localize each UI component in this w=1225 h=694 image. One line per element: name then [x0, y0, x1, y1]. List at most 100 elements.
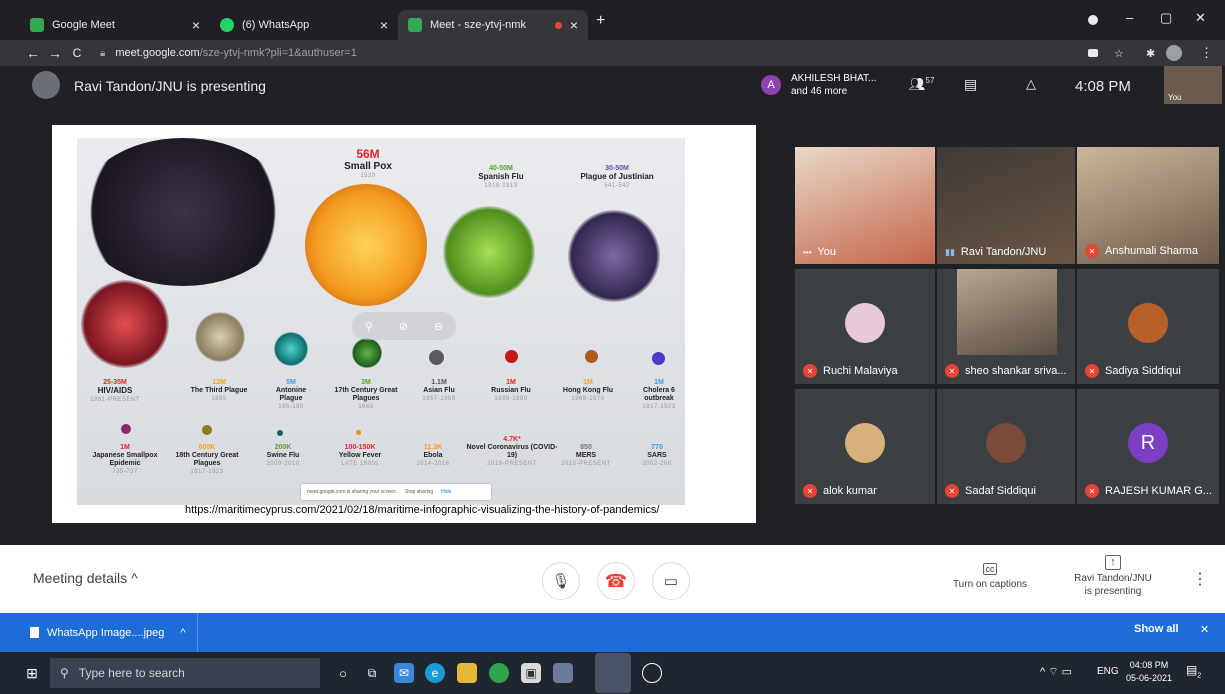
- whatsapp-taskbar-icon[interactable]: [642, 663, 662, 683]
- tab-close-icon[interactable]: ×: [192, 17, 200, 33]
- participant-tile[interactable]: ✕ alok kumar: [795, 389, 935, 504]
- participant-name: ✕ sheo shankar sriva...: [945, 364, 1067, 378]
- paint-icon[interactable]: [553, 663, 573, 683]
- task-view-icon[interactable]: ⧉: [362, 663, 382, 683]
- more-options-icon: •••: [803, 247, 812, 257]
- people-icon[interactable]: 👥︎57: [909, 76, 934, 92]
- red-virus-image: [81, 280, 169, 368]
- remove-icon[interactable]: ⊖: [434, 320, 443, 333]
- tab-google-meet[interactable]: Google Meet ×: [20, 10, 210, 40]
- edge-icon[interactable]: e: [425, 663, 445, 683]
- leave-call-button[interactable]: ☎︎: [597, 562, 635, 600]
- profile-indicator-icon[interactable]: [1088, 15, 1098, 25]
- swine-flu-virus-image: [277, 430, 283, 436]
- mic-muted-icon: ✕: [1085, 484, 1099, 498]
- back-button[interactable]: ←: [22, 45, 44, 61]
- address-bar: ← → C 🔒︎ meet.google.com/sze-ytvj-nmk?pl…: [0, 40, 1225, 66]
- minimize-button[interactable]: –: [1126, 10, 1133, 25]
- url-field[interactable]: meet.google.com/sze-ytvj-nmk?pli=1&authu…: [115, 47, 357, 59]
- bookmark-star-icon[interactable]: ☆: [1114, 47, 1124, 60]
- taskbar-clock[interactable]: 04:08 PM 05-06-2021: [1126, 659, 1172, 685]
- chat-icon[interactable]: ▤: [964, 76, 977, 93]
- recording-dot-icon: [554, 21, 562, 29]
- microphone-button[interactable]: 🎙︎: [542, 562, 580, 600]
- present-icon: ↑: [1105, 555, 1121, 570]
- tab-title: (6) WhatsApp: [242, 19, 310, 31]
- participant-name: ▮▮ Ravi Tandon/JNU: [945, 246, 1047, 258]
- mic-muted-icon: ✕: [803, 364, 817, 378]
- asian-flu-virus-image: [429, 350, 444, 365]
- activities-icon[interactable]: △: [1026, 76, 1036, 92]
- show-all-button[interactable]: Show all: [1134, 623, 1179, 635]
- present-now-button[interactable]: ↑ Ravi Tandon/JNU is presenting: [1068, 555, 1158, 598]
- mic-muted-icon: ✕: [1085, 364, 1099, 378]
- store-icon[interactable]: ▣: [521, 663, 541, 683]
- extensions-icon[interactable]: ✱: [1146, 47, 1155, 60]
- close-downloads-button[interactable]: ✕: [1200, 623, 1209, 636]
- hide-button[interactable]: Hide: [441, 489, 451, 495]
- chrome-active-icon[interactable]: [595, 653, 631, 693]
- infographic-label-spanish-flu: 40-50M Spanish Flu 1918-1919: [478, 165, 524, 189]
- tab-title: Google Meet: [52, 19, 115, 31]
- lock-icon: 🔒︎: [100, 47, 106, 59]
- new-tab-button[interactable]: +: [596, 12, 605, 30]
- presentation-control-overlay[interactable]: ⚲ ⊘ ⊖: [352, 312, 456, 340]
- cortana-icon[interactable]: ○: [333, 663, 353, 683]
- stop-sharing-button[interactable]: Stop sharing: [405, 489, 433, 495]
- self-view-thumbnail[interactable]: You: [1164, 66, 1222, 104]
- camera-button[interactable]: ▭: [652, 562, 690, 600]
- meeting-details-button[interactable]: Meeting details ^: [33, 570, 138, 586]
- browser-tab-bar: Google Meet × (6) WhatsApp × Meet - sze-…: [0, 0, 1225, 40]
- close-window-button[interactable]: ✕: [1195, 10, 1206, 26]
- more-options-button[interactable]: ⋮: [1192, 569, 1208, 589]
- participant-tile[interactable]: ••• You: [795, 147, 935, 264]
- smallpox-virus-image: [305, 184, 427, 306]
- clock-time: 4:08 PM: [1075, 78, 1131, 95]
- infographic-source-url: https://maritimecyprus.com/2021/02/18/ma…: [185, 504, 660, 516]
- participant-name: ✕ alok kumar: [803, 484, 877, 498]
- notification-icon[interactable]: ▤2: [1186, 663, 1201, 679]
- participant-name: ✕ Anshumali Sharma: [1085, 244, 1198, 258]
- participant-tile[interactable]: ✕ Sadiya Siddiqui: [1077, 269, 1219, 384]
- chevron-up-icon: ^: [131, 570, 138, 586]
- presenting-title: Ravi Tandon/JNU is presenting: [74, 78, 266, 94]
- participant-tile[interactable]: ✕ Ruchi Malaviya: [795, 269, 935, 384]
- participants-summary[interactable]: AKHILESH BHAT... and 46 more: [791, 72, 876, 98]
- infographic-label-cholera: 1M Cholera 6 outbreak 1817-1923: [642, 379, 676, 410]
- system-tray-icons[interactable]: ^ ⌔ ▭: [1040, 665, 1072, 679]
- yellow-fever-virus-image: [356, 430, 361, 435]
- tab-close-icon[interactable]: ×: [570, 17, 578, 33]
- file-explorer-icon[interactable]: [457, 663, 477, 683]
- participant-tile[interactable]: R ✕ RAJESH KUMAR G...: [1077, 389, 1219, 504]
- russian-flu-virus-image: [505, 350, 518, 363]
- forward-button[interactable]: →: [44, 45, 66, 61]
- chrome-icon[interactable]: [489, 663, 509, 683]
- pin-icon[interactable]: ⚲: [365, 320, 373, 333]
- tab-meet-active[interactable]: Meet - sze-ytvj-nmk ×: [398, 10, 588, 40]
- maximize-button[interactable]: ▢: [1160, 10, 1172, 26]
- participant-tile[interactable]: ✕ sheo shankar sriva...: [937, 269, 1075, 384]
- tab-close-icon[interactable]: ×: [380, 17, 388, 33]
- camera-indicator-icon[interactable]: [1088, 49, 1098, 57]
- windows-start-icon[interactable]: ⊞: [22, 663, 42, 683]
- participant-tile[interactable]: ✕ Anshumali Sharma: [1077, 147, 1219, 264]
- taskbar-search-box[interactable]: ⚲ Type here to search: [50, 658, 320, 688]
- mic-muted-icon: ✕: [1085, 244, 1099, 258]
- infographic-label-third-plague: 12M The Third Plague 1855: [190, 379, 248, 402]
- language-indicator[interactable]: ENG: [1097, 666, 1119, 677]
- browser-menu-icon[interactable]: ⋮: [1200, 45, 1213, 61]
- mail-icon[interactable]: ✉: [394, 663, 414, 683]
- infographic-label-smallpox: 56M Small Pox 1520: [344, 147, 392, 180]
- participant-tile-active-speaker[interactable]: ▮▮ Ravi Tandon/JNU: [937, 147, 1075, 264]
- participant-name: ✕ Sadaf Siddiqui: [945, 484, 1036, 498]
- participant-tile[interactable]: ✕ Sadaf Siddiqui: [937, 389, 1075, 504]
- reload-button[interactable]: C: [66, 46, 88, 60]
- tab-whatsapp[interactable]: (6) WhatsApp ×: [210, 10, 398, 40]
- green-virus-image: [352, 338, 382, 368]
- search-icon: ⚲: [60, 666, 69, 680]
- mute-icon[interactable]: ⊘: [399, 320, 408, 333]
- captions-button[interactable]: cc Turn on captions: [948, 563, 1032, 590]
- chevron-up-icon[interactable]: ^: [180, 627, 185, 639]
- download-item[interactable]: WhatsApp Image....jpeg ^: [0, 613, 198, 652]
- profile-avatar-icon[interactable]: [1166, 45, 1182, 61]
